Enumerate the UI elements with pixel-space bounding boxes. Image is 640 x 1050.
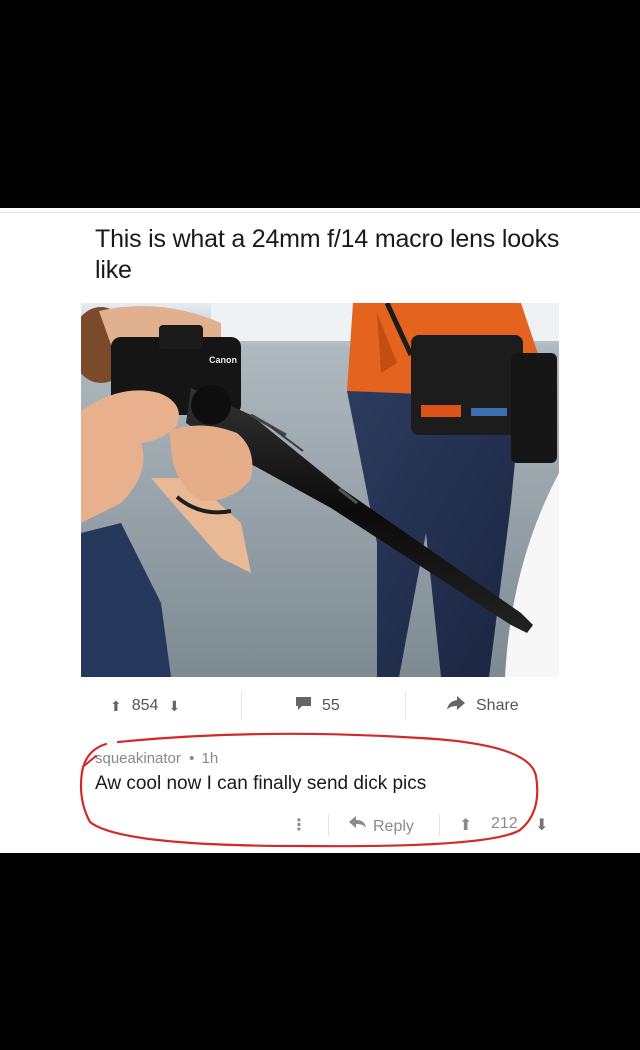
share-label: Share [476,697,519,714]
post-card: This is what a 24mm f/14 macro lens look… [0,208,640,853]
comment-meta: squeakinator • 1h [95,750,555,768]
downvote-arrow-icon[interactable]: ⬇ [168,699,180,713]
comment-age: 1h [201,750,219,767]
post-title[interactable]: This is what a 24mm f/14 macro lens look… [95,224,565,286]
comment: squeakinator • 1h Aw cool now I can fina… [95,750,555,796]
card-top-divider [0,212,640,213]
more-options-icon[interactable]: ⋮ [291,815,307,835]
comment-downvote-icon[interactable]: ⬇ [535,815,548,835]
action-divider [405,692,406,720]
comment-vote-count: 212 [491,815,518,832]
post-action-bar: ⬆ 854 ⬇ 55 Share [81,686,559,726]
camera-brand-label: Canon [209,355,237,365]
meta-separator: • [189,750,195,767]
reply-arrow-icon [349,816,366,828]
bottom-black-bar [0,853,640,1050]
comment-username[interactable]: squeakinator [95,750,181,767]
comment-bubble-icon [295,696,312,716]
reply-button[interactable]: Reply [349,815,414,835]
reply-label: Reply [373,818,414,835]
comment-action-divider [439,814,440,836]
comment-count: 55 [322,697,340,714]
post-vote-group: ⬆ 854 ⬇ [110,686,180,726]
comment-action-divider [328,814,329,836]
action-divider [241,692,242,720]
share-button[interactable]: Share [446,686,519,726]
comments-button[interactable]: 55 [295,686,340,726]
upvote-arrow-icon[interactable]: ⬆ [110,699,122,713]
comment-text: Aw cool now I can finally send dick pics [95,773,427,794]
share-arrow-icon [446,696,466,716]
comment-upvote-icon[interactable]: ⬆ [459,815,472,835]
comment-action-bar: ⋮ Reply ⬆ 212 ⬇ [281,812,561,838]
post-vote-count: 854 [131,697,159,714]
top-black-bar [0,0,640,208]
photo-illustration: Canon [81,303,559,677]
post-image[interactable]: Canon [81,303,559,677]
